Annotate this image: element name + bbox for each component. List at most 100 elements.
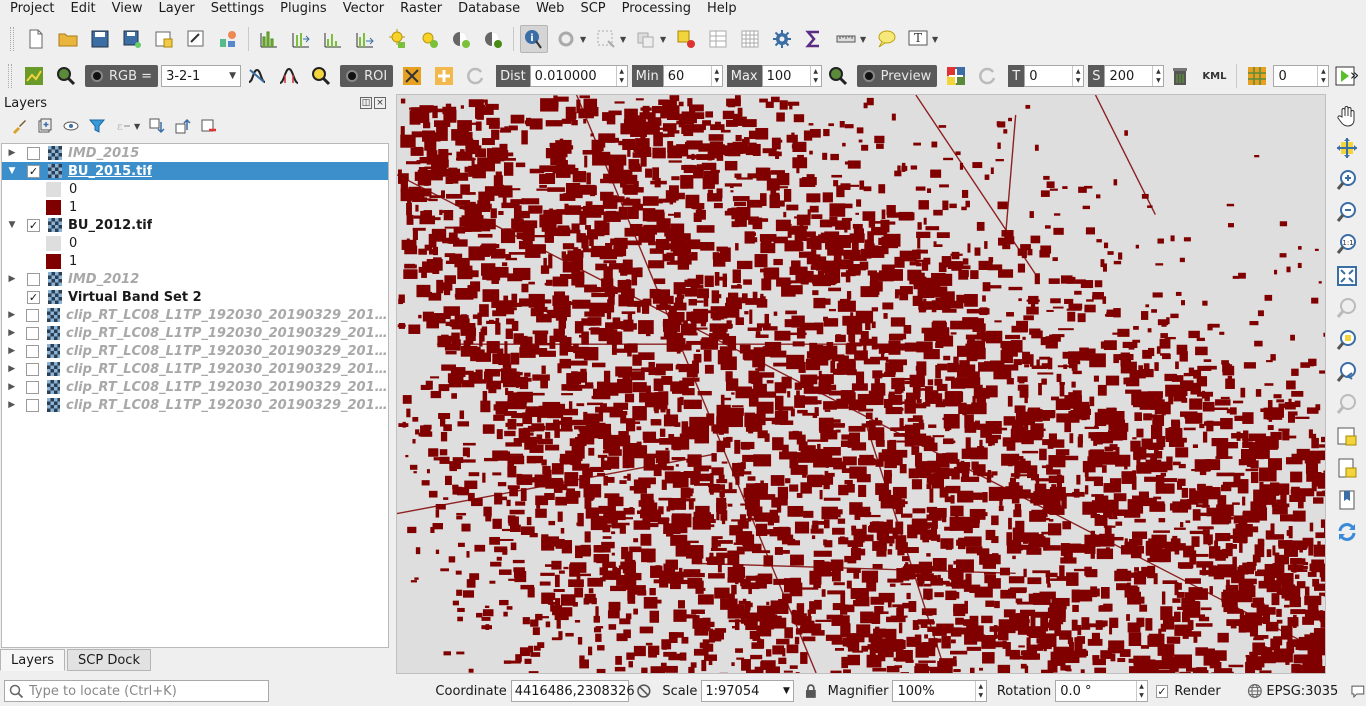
select-by-area-button[interactable]: [592, 25, 620, 53]
classification-preview-button[interactable]: [942, 62, 970, 90]
layer-visibility-checkbox[interactable]: ✓: [27, 218, 40, 232]
layer-row[interactable]: ▶ IMD_2015: [2, 144, 388, 162]
filter-by-expression-button[interactable]: ε: [112, 115, 134, 137]
zoom-full-button[interactable]: [1333, 262, 1361, 290]
layer-visibility-checkbox[interactable]: [26, 308, 39, 322]
menu-processing[interactable]: Processing: [614, 0, 699, 18]
stretch-canvas-button[interactable]: [351, 25, 379, 53]
filter-legend-button[interactable]: [86, 115, 108, 137]
layer-visibility-checkbox[interactable]: [27, 146, 40, 160]
crs-button[interactable]: EPSG:3035: [1266, 684, 1338, 699]
toggle-extents-icon[interactable]: [635, 682, 653, 700]
menu-web[interactable]: Web: [528, 0, 572, 18]
spin-arrows-icon[interactable]: ▲ ▼: [974, 681, 986, 701]
menu-help[interactable]: Help: [699, 0, 745, 18]
layer-row[interactable]: ▼ ✓ BU_2015.tif: [2, 162, 388, 180]
zoom-to-layer-button[interactable]: [1333, 326, 1361, 354]
zoom-to-selection-button[interactable]: [1333, 294, 1361, 322]
menu-view[interactable]: View: [104, 0, 151, 18]
roi-toggle[interactable]: ROI: [340, 65, 394, 87]
menu-database[interactable]: Database: [450, 0, 528, 18]
magnifier-spinbox[interactable]: 100% ▲ ▼: [892, 680, 987, 702]
pan-to-selection-button[interactable]: [1333, 134, 1361, 162]
expand-all-button[interactable]: [146, 115, 168, 137]
zoom-next-button[interactable]: [1333, 390, 1361, 418]
region-growing-button[interactable]: [430, 62, 458, 90]
chevron-down-icon[interactable]: ▼: [7, 220, 17, 230]
zoom-in-button[interactable]: [1333, 166, 1361, 194]
rgb-combo[interactable]: 3-2-1 ▼: [161, 65, 242, 87]
band-spinbox[interactable]: 0 ▲ ▼: [1273, 65, 1330, 87]
layer-row[interactable]: ▶ clip_RT_LC08_L1TP_192030_20190329_2019…: [2, 306, 388, 324]
layer-row[interactable]: ✓ Virtual Band Set 2: [2, 288, 388, 306]
statistical-summary-button[interactable]: [800, 25, 828, 53]
tab-scp-dock[interactable]: SCP Dock: [67, 649, 151, 671]
float-panel-button[interactable]: ◫: [360, 97, 372, 109]
processing-toolbox-button[interactable]: [768, 25, 796, 53]
menu-plugins[interactable]: Plugins: [272, 0, 335, 18]
field-calculator-button[interactable]: [736, 25, 764, 53]
chevron-down-icon[interactable]: ▼: [134, 122, 142, 131]
menu-vector[interactable]: Vector: [335, 0, 392, 18]
remove-temp-files-button[interactable]: [1166, 62, 1194, 90]
add-group-button[interactable]: [34, 115, 56, 137]
spin-arrows-icon[interactable]: ▲ ▼: [615, 66, 627, 86]
deselect-all-button[interactable]: [672, 25, 700, 53]
create-roi-button[interactable]: [398, 62, 426, 90]
measure-button[interactable]: [832, 25, 860, 53]
contrast-button[interactable]: [415, 25, 443, 53]
chevron-right-icon[interactable]: ▶: [7, 274, 17, 284]
menu-settings[interactable]: Settings: [203, 0, 272, 18]
map-canvas[interactable]: [396, 94, 1326, 674]
dist-spinbox[interactable]: 0.010000 ▲ ▼: [529, 65, 628, 87]
open-project-button[interactable]: [54, 25, 82, 53]
layer-visibility-checkbox[interactable]: [27, 272, 40, 286]
open-layer-styling-button[interactable]: [8, 115, 30, 137]
rgb-std-button[interactable]: [275, 62, 303, 90]
toolbar-grip[interactable]: [10, 27, 14, 51]
band-set-button[interactable]: [1243, 62, 1271, 90]
layer-visibility-checkbox[interactable]: [26, 344, 39, 358]
layer-visibility-checkbox[interactable]: [26, 362, 39, 376]
layer-visibility-checkbox[interactable]: ✓: [27, 290, 40, 304]
attribute-table-button[interactable]: [704, 25, 732, 53]
text-annotation-button[interactable]: T: [904, 25, 932, 53]
select-features-button[interactable]: [552, 25, 580, 53]
toolbar-grip[interactable]: [8, 64, 12, 88]
chevron-right-icon[interactable]: ▶: [7, 310, 16, 320]
chevron-right-icon[interactable]: ▶: [7, 148, 17, 158]
spin-arrows-icon[interactable]: ▲ ▼: [1135, 681, 1147, 701]
zoom-native-resolution-button[interactable]: 1:1: [1333, 230, 1361, 258]
chevron-right-icon[interactable]: ▶: [7, 382, 16, 392]
render-checkbox[interactable]: ✓: [1155, 684, 1169, 698]
redo-preview-button[interactable]: [974, 62, 1002, 90]
min-spinbox[interactable]: 60 ▲ ▼: [662, 65, 723, 87]
layer-visibility-checkbox[interactable]: [26, 398, 39, 412]
layer-row[interactable]: ▶ clip_RT_LC08_L1TP_192030_20190329_2019…: [2, 396, 388, 414]
zoom-preview-button[interactable]: [824, 62, 852, 90]
rotation-spinbox[interactable]: 0.0 ° ▲ ▼: [1055, 680, 1148, 702]
redo-roi-button[interactable]: [462, 62, 490, 90]
chevron-right-icon[interactable]: ▶: [7, 400, 16, 410]
remove-layer-button[interactable]: [198, 115, 220, 137]
stretch-local-button[interactable]: [319, 25, 347, 53]
chevron-down-icon[interactable]: ▼: [620, 35, 628, 44]
scale-combo[interactable]: 1:97054 ▼: [701, 680, 794, 702]
layer-row[interactable]: ▶ clip_RT_LC08_L1TP_192030_20190329_2019…: [2, 342, 388, 360]
locator-search-input[interactable]: Type to locate (Ctrl+K): [4, 680, 270, 702]
rgb-cumulative-button[interactable]: [243, 62, 271, 90]
chevron-right-icon[interactable]: ▶: [7, 346, 16, 356]
chevron-down-icon[interactable]: ▼: [580, 35, 588, 44]
increase-contrast-button[interactable]: [479, 25, 507, 53]
refresh-button[interactable]: [1333, 518, 1361, 546]
zoom-out-button[interactable]: [1333, 198, 1361, 226]
layer-visibility-checkbox[interactable]: ✓: [27, 164, 40, 178]
chevron-down-icon[interactable]: ▼: [660, 35, 668, 44]
menu-scp[interactable]: SCP: [572, 0, 613, 18]
s-spinbox[interactable]: 200 ▲ ▼: [1104, 65, 1165, 87]
spin-arrows-icon[interactable]: ▲ ▼: [1072, 66, 1083, 86]
max-spinbox[interactable]: 100 ▲ ▼: [761, 65, 822, 87]
kml-export-button[interactable]: KML: [1198, 62, 1230, 90]
menu-project[interactable]: Project: [2, 0, 62, 18]
toolbar-overflow-button[interactable]: »: [1350, 66, 1359, 84]
